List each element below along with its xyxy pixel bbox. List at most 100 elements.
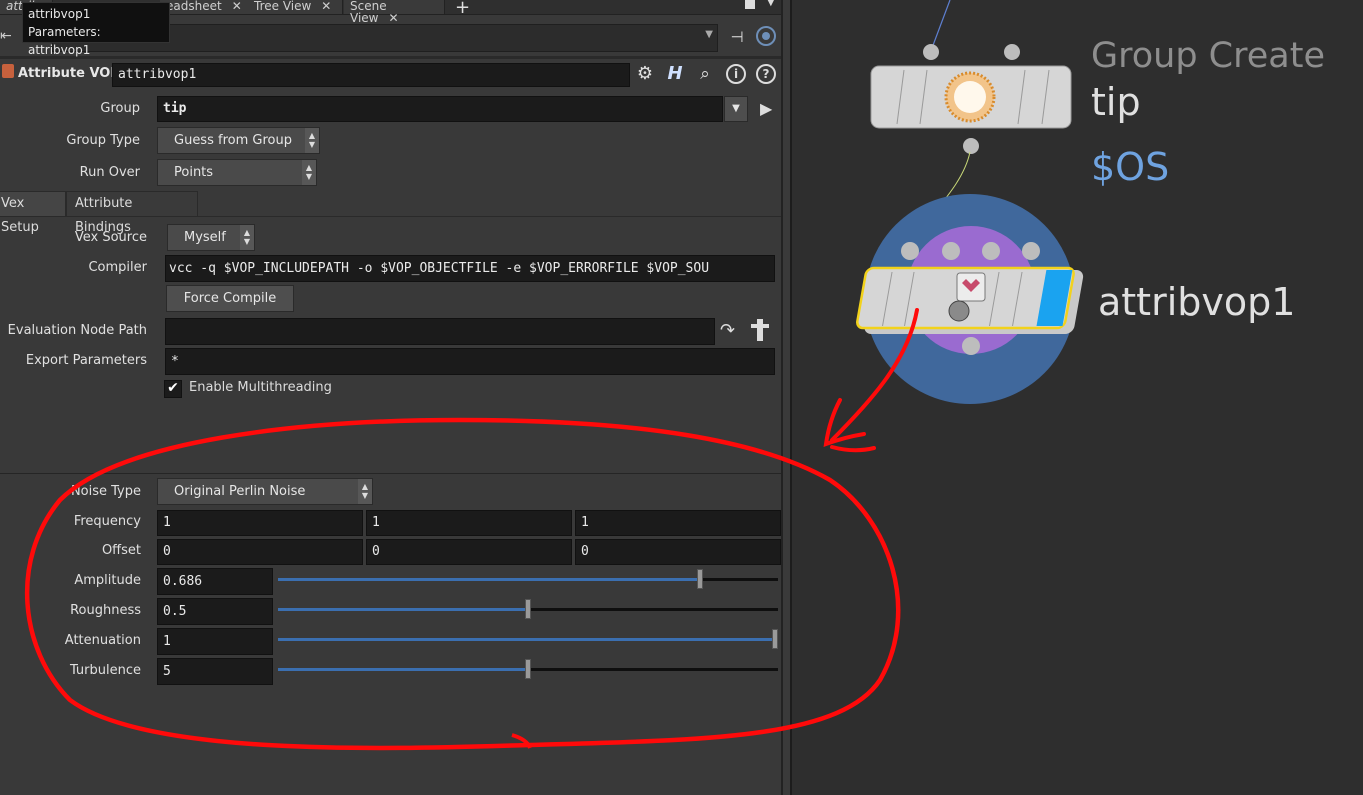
roughness-label: Roughness [70,603,141,618]
turbulence-label: Turbulence [69,663,141,678]
offset-x-value: 0 [163,544,171,559]
back-arrow-icon[interactable]: ⇤ [0,28,14,46]
offset-y-field[interactable]: 0 [366,539,572,565]
tab-label: eadsheet [166,0,222,13]
frequency-z-field[interactable]: 1 [575,510,781,536]
offset-z-field[interactable]: 0 [575,539,781,565]
group-label: Group [100,101,140,116]
search-icon[interactable]: ⌕ [694,63,716,85]
eval-path-label: Evaluation Node Path [7,323,147,338]
pick-node-icon[interactable] [749,319,771,341]
group-create-expression: $OS [1091,145,1170,189]
noise-type-menu[interactable]: Original Perlin Noise ▲ ▼ [157,478,373,505]
amplitude-slider-handle[interactable] [696,569,703,589]
group-type-label: Group Type [66,133,140,148]
group-dropdown-button[interactable]: ▼ [724,96,748,122]
question-icon[interactable]: ? [756,64,776,84]
tab-label: Scene View [350,0,387,25]
offset-label: Offset [101,543,141,558]
roughness-field[interactable]: 0.5 [157,598,273,625]
input-connector[interactable] [1004,44,1020,60]
attenuation-slider-fill [278,638,778,641]
frequency-x-field[interactable]: 1 [157,510,363,536]
input-connector[interactable] [923,44,939,60]
attenuation-label: Attenuation [64,633,141,648]
tab-spreadsheet[interactable]: eadsheet ✕ [160,0,253,14]
annotation-stroke [830,445,876,453]
vex-source-menu[interactable]: Myself ▲ ▼ [167,224,255,251]
frequency-y-field[interactable]: 1 [366,510,572,536]
maximize-icon[interactable] [745,0,755,9]
export-params-label: Export Parameters [25,353,147,368]
updown-arrow-icon: ▲ ▼ [358,479,372,504]
updown-arrow-icon: ▲ ▼ [302,160,316,185]
group-field[interactable]: tip [157,96,723,122]
attenuation-field[interactable]: 1 [157,628,273,655]
chevron-down-icon[interactable]: ▼ [705,29,713,40]
input-connector[interactable] [982,242,1000,260]
input-connector[interactable] [1022,242,1040,260]
group-create-icon-core [954,81,986,113]
eval-path-field[interactable] [165,318,715,345]
updown-arrow-icon: ▲ ▼ [240,225,254,250]
close-icon[interactable]: ✕ [232,0,242,13]
offset-x-field[interactable]: 0 [157,539,363,565]
turbulence-slider-fill [278,668,528,671]
gear-icon[interactable]: ⚙ [634,63,656,85]
pin-icon[interactable]: ⊣ [726,26,748,48]
updown-arrow-icon: ▲ ▼ [305,128,319,153]
amplitude-field[interactable]: 0.686 [157,568,273,595]
run-over-value: Points [174,165,214,180]
tooltip-line: attribvop1 [28,7,91,21]
annotation-arrowhead [823,398,866,448]
frequency-z-value: 1 [581,515,589,530]
parameter-pane: attrib eadsheet✕ Tree View✕ Scene View✕ … [0,0,783,795]
info-icon[interactable]: i [726,64,746,84]
tab-attribute-bindings[interactable]: Attribute Bindings [66,191,198,235]
plus-icon[interactable]: + [455,0,470,18]
roughness-slider-fill [278,608,528,611]
attenuation-slider-handle[interactable] [772,629,778,649]
roughness-value: 0.5 [163,604,187,619]
amplitude-slider-track[interactable] [278,578,778,581]
node-name-field[interactable]: attribvop1 [112,63,630,87]
compiler-field[interactable]: vcc -q $VOP_INCLUDEPATH -o $VOP_OBJECTFI… [165,255,775,282]
jump-arrow-icon[interactable]: ↷ [720,320,735,341]
turbulence-field[interactable]: 5 [157,658,273,685]
close-icon[interactable]: ✕ [388,11,398,25]
network-canvas [823,0,1084,453]
roughness-slider-handle[interactable] [525,599,531,619]
node-name-value: attribvop1 [118,67,197,82]
output-connector[interactable] [963,138,979,154]
tab-scene-view[interactable]: Scene View ✕ [344,0,445,24]
turbulence-slider-handle[interactable] [525,659,531,679]
amplitude-value: 0.686 [163,574,203,589]
run-over-menu[interactable]: Points ▲ ▼ [157,159,317,186]
frequency-label: Frequency [73,514,141,529]
chevron-down-icon[interactable]: ▼ [767,0,775,8]
amplitude-label: Amplitude [74,573,141,588]
input-connector[interactable] [901,242,919,260]
pointer-arrow-icon[interactable]: ▶ [760,99,772,118]
checkmark-icon[interactable]: ✔ [164,380,182,398]
attenuation-slider-track[interactable] [278,638,778,641]
vex-source-value: Myself [184,230,226,245]
run-over-label: Run Over [79,165,140,180]
output-connector[interactable] [962,337,980,355]
noise-type-label: Noise Type [70,484,141,499]
input-connector[interactable] [942,242,960,260]
force-compile-button[interactable]: Force Compile [166,285,294,312]
tab-vex-setup[interactable]: Vex Setup [0,191,66,235]
target-icon[interactable] [756,26,776,46]
network-view[interactable]: Group Create tip $OS attribvop1 [792,0,1363,795]
group-type-value: Guess from Group [174,133,292,148]
close-icon[interactable]: ✕ [321,0,331,13]
export-params-field[interactable]: * [165,348,775,375]
help-h-icon[interactable]: H [664,63,686,85]
group-type-menu[interactable]: Guess from Group ▲ ▼ [157,127,320,154]
compiler-value: vcc -q $VOP_INCLUDEPATH -o $VOP_OBJECTFI… [169,261,710,276]
divider [0,473,783,474]
tab-tree-view[interactable]: Tree View ✕ [248,0,343,14]
bypass-flag-icon[interactable] [948,300,970,322]
turbulence-value: 5 [163,664,171,679]
